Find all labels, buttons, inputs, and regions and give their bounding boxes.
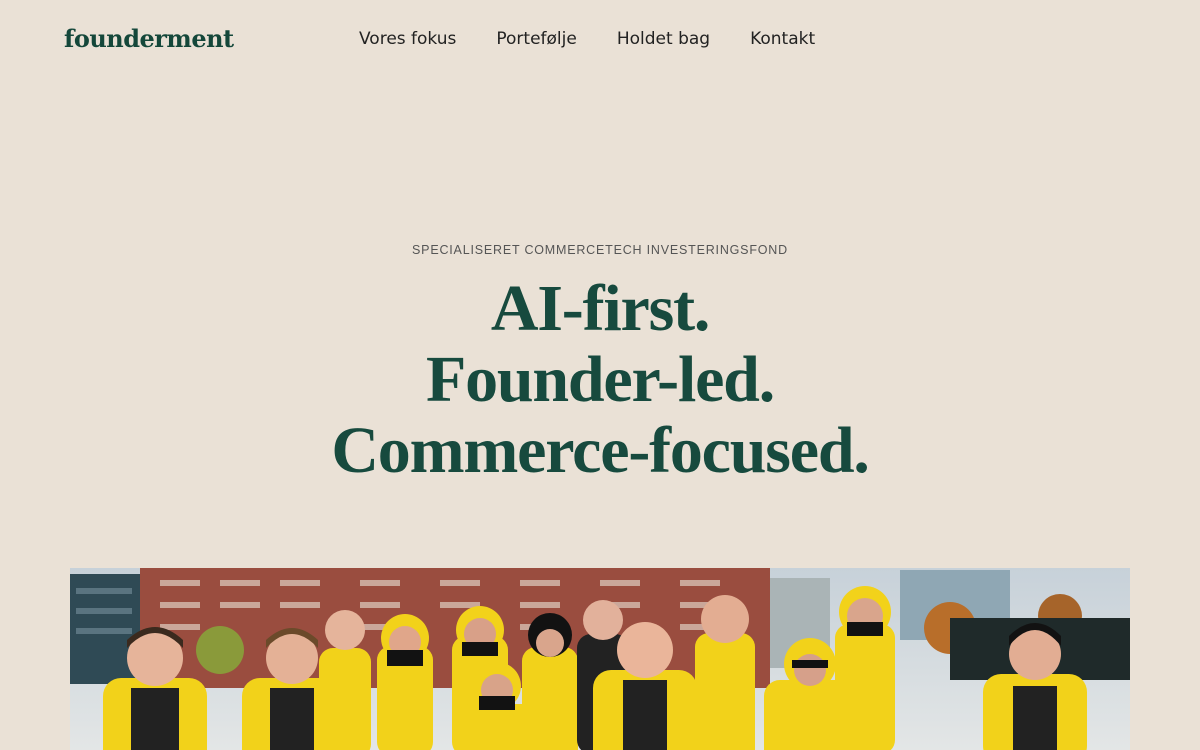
nav-item-vores-fokus[interactable]: Vores fokus — [359, 29, 456, 49]
nav-item-portefolje[interactable]: Portefølje — [496, 29, 576, 49]
nav-item-holdet-bag[interactable]: Holdet bag — [617, 29, 710, 49]
main-nav: Vores fokus Portefølje Holdet bag Kontak… — [359, 29, 815, 49]
headline-line-1: AI-first. — [490, 272, 711, 345]
headline-line-3: Commerce-focused. — [331, 414, 870, 487]
nav-item-kontakt[interactable]: Kontakt — [750, 29, 815, 49]
site-header: founderment Vores fokus Portefølje Holde… — [0, 0, 1200, 80]
team-photo — [70, 568, 1130, 750]
headline-line-2: Founder-led. — [426, 343, 775, 416]
hero-eyebrow: SPECIALISERET COMMERCETECH INVESTERINGSF… — [412, 243, 788, 257]
logo[interactable]: founderment — [64, 24, 234, 53]
hero-headline: AI-first. Founder-led. Commerce-focused. — [0, 273, 1200, 486]
team-photo-illustration — [70, 568, 1130, 750]
